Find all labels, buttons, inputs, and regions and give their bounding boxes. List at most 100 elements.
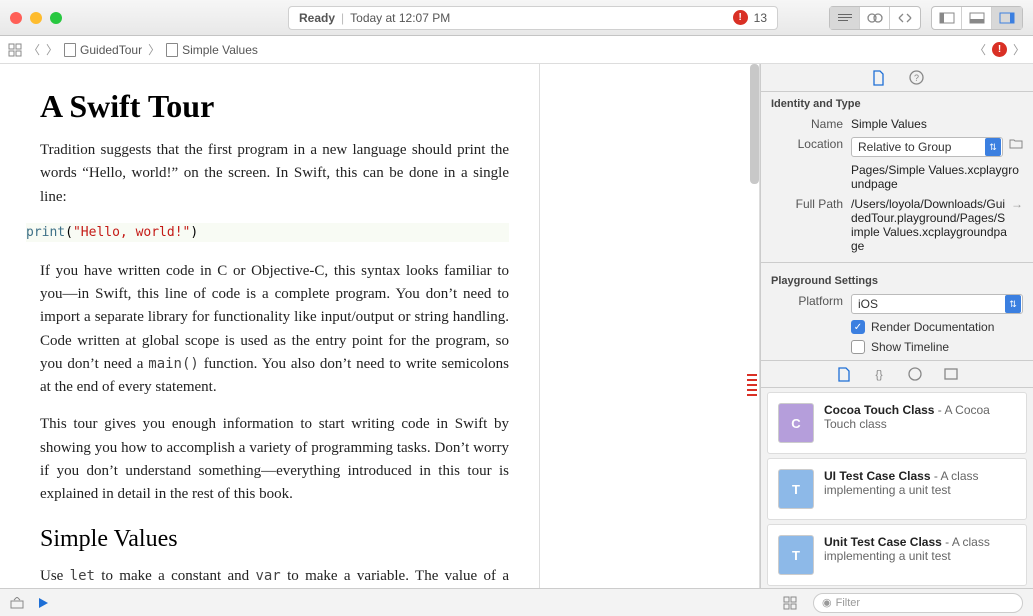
nav-forward-button[interactable]: 〉: [46, 41, 58, 58]
code-line[interactable]: print("Hello, world!"): [26, 223, 509, 242]
left-panel-icon: [939, 12, 955, 24]
breadcrumb-project-label: GuidedTour: [80, 43, 142, 57]
help-icon: ?: [909, 70, 924, 85]
class-template-icon: C: [778, 403, 814, 443]
library-tabs: {}: [761, 360, 1033, 388]
editor-scrollbar[interactable]: [750, 64, 759, 184]
body-text: to make a constant and: [95, 568, 255, 584]
inline-code: main(): [148, 356, 199, 372]
version-editor-icon: [897, 12, 913, 24]
error-count[interactable]: 13: [754, 11, 767, 25]
show-timeline-label: Show Timeline: [871, 340, 949, 354]
activity-status: Ready | Today at 12:07 PM ! 13: [288, 6, 778, 30]
editor-pane[interactable]: A Swift Tour Tradition suggests that the…: [0, 64, 540, 588]
panel-up-icon: [10, 597, 24, 609]
breadcrumb-page-label: Simple Values: [182, 43, 258, 57]
debug-bar: ◉ Filter: [0, 588, 1033, 616]
filter-placeholder: Filter: [836, 597, 860, 609]
inspector-panel: ? Identity and Type Name Simple Values L…: [760, 64, 1033, 588]
code-function: print: [26, 225, 65, 240]
library-item-title: UI Test Case Class: [824, 469, 931, 483]
toggle-debug-panel-button[interactable]: [10, 597, 24, 609]
inline-code: let: [70, 568, 95, 584]
section-header: Playground Settings: [761, 269, 1033, 291]
reveal-arrow-icon[interactable]: →: [1011, 197, 1023, 211]
breadcrumb-page[interactable]: Simple Values: [166, 43, 258, 57]
toggle-utilities-button[interactable]: [992, 7, 1022, 29]
library-grid-view-button[interactable]: [783, 596, 797, 610]
library-list[interactable]: C Cocoa Touch Class - A Cocoa Touch clas…: [761, 388, 1033, 588]
location-label: Location: [771, 137, 843, 151]
library-item[interactable]: C Cocoa Touch Class - A Cocoa Touch clas…: [767, 392, 1027, 454]
render-doc-checkbox[interactable]: ✓: [851, 320, 865, 334]
library-item[interactable]: T Unit Test Case Class - A class impleme…: [767, 524, 1027, 586]
page-title: A Swift Tour: [40, 88, 509, 125]
svg-text:?: ?: [913, 73, 918, 83]
next-issue-button[interactable]: 〉: [1013, 41, 1025, 58]
error-badge-icon[interactable]: !: [733, 10, 748, 25]
name-label: Name: [771, 117, 843, 131]
standard-editor-button[interactable]: [830, 7, 860, 29]
toggle-debug-button[interactable]: [962, 7, 992, 29]
filter-icon: ◉: [822, 596, 832, 609]
code-paren: ): [190, 225, 198, 240]
location-select[interactable]: Relative to Group ⇅: [851, 137, 1003, 157]
test-template-icon: T: [778, 535, 814, 575]
nav-back-button[interactable]: 〈: [28, 41, 40, 58]
standard-editor-icon: [837, 12, 853, 24]
right-panel-icon: [999, 12, 1015, 24]
object-library-tab[interactable]: [908, 367, 922, 381]
body-text: Use: [40, 568, 70, 584]
library-filter-input[interactable]: ◉ Filter: [813, 593, 1023, 613]
prev-issue-button[interactable]: 〈: [974, 41, 986, 58]
platform-label: Platform: [771, 294, 843, 308]
platform-select-value: iOS: [858, 297, 878, 311]
body-paragraph: This tour gives you enough information t…: [40, 413, 509, 506]
breadcrumb-separator-icon: 〉: [148, 41, 160, 58]
breadcrumb-project[interactable]: GuidedTour: [64, 43, 142, 57]
inline-code: var: [255, 568, 280, 584]
status-time-label: Today at 12:07 PM: [350, 11, 450, 25]
object-icon: [908, 367, 922, 381]
body-paragraph: Use let to make a constant and var to ma…: [40, 565, 509, 588]
toggle-navigator-button[interactable]: [932, 7, 962, 29]
name-value[interactable]: Simple Values: [851, 117, 1023, 131]
play-icon: [36, 596, 50, 610]
media-library-tab[interactable]: [944, 367, 958, 381]
fullpath-label: Full Path: [771, 197, 843, 211]
bottom-panel-icon: [969, 12, 985, 24]
grid-icon: [783, 596, 797, 610]
folder-picker-icon[interactable]: [1009, 137, 1023, 149]
platform-select[interactable]: iOS ⇅: [851, 294, 1023, 314]
inspector-tabs: ?: [761, 64, 1033, 92]
test-template-icon: T: [778, 469, 814, 509]
version-editor-button[interactable]: [890, 7, 920, 29]
zoom-window-button[interactable]: [50, 12, 62, 24]
titlebar: Ready | Today at 12:07 PM ! 13: [0, 0, 1033, 36]
close-window-button[interactable]: [10, 12, 22, 24]
assistant-editor-button[interactable]: [860, 7, 890, 29]
panel-toggle-group: [931, 6, 1023, 30]
assistant-editor-icon: [867, 11, 883, 25]
show-timeline-checkbox[interactable]: [851, 340, 865, 354]
error-minimap[interactable]: [747, 374, 757, 404]
page-file-icon: [166, 43, 178, 57]
code-snippet-tab[interactable]: {}: [872, 367, 886, 381]
library-item-title: Cocoa Touch Class: [824, 403, 934, 417]
results-sidebar: [540, 64, 760, 588]
file-inspector-tab[interactable]: [871, 70, 885, 86]
section-header: Identity and Type: [761, 92, 1033, 114]
jumpbar-error-icon[interactable]: !: [992, 42, 1007, 57]
run-playground-button[interactable]: [36, 596, 50, 610]
minimize-window-button[interactable]: [30, 12, 42, 24]
svg-text:{}: {}: [875, 369, 883, 381]
render-doc-label: Render Documentation: [871, 320, 994, 334]
status-separator: |: [341, 11, 344, 25]
library-item[interactable]: T UI Test Case Class - A class implement…: [767, 458, 1027, 520]
file-template-tab[interactable]: [837, 367, 850, 382]
related-items-icon[interactable]: [8, 43, 22, 57]
playground-file-icon: [64, 43, 76, 57]
quick-help-tab[interactable]: ?: [909, 70, 924, 85]
section-heading: Simple Values: [40, 526, 509, 553]
location-path: Pages/Simple Values.xcplaygroundpage: [851, 163, 1023, 191]
